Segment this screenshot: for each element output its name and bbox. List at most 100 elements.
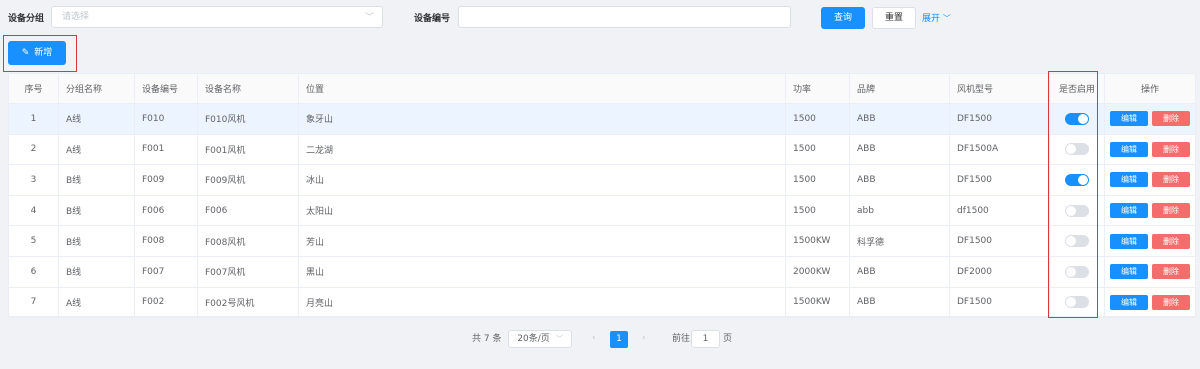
search-button[interactable]: 查询	[821, 7, 865, 29]
edit-button[interactable]: 编辑	[1110, 264, 1148, 280]
delete-button[interactable]: 删除	[1152, 141, 1190, 157]
table-row: 7 A线 F002 F002号风机 月亮山 1500KW ABB DF1500 编辑 删除	[9, 287, 1195, 319]
edit-button[interactable]: 编辑	[1110, 141, 1148, 157]
cell-actions: 编辑 删除	[1105, 288, 1195, 318]
cell-group: A线	[59, 104, 135, 134]
code-filter-label: 设备编号	[414, 14, 451, 24]
header-group: 分组名称	[59, 74, 135, 103]
goto-suffix: 页	[723, 334, 733, 344]
page-number-current[interactable]: 1	[610, 331, 628, 348]
prev-page-icon[interactable]: ‹	[592, 333, 596, 343]
goto-prefix: 前往	[672, 334, 691, 344]
cell-actions: 编辑 删除	[1105, 165, 1195, 195]
cell-brand: ABB	[850, 165, 950, 195]
cell-index: 2	[9, 134, 59, 165]
group-select[interactable]: 请选择 ﹀	[51, 6, 383, 28]
cell-power: 1500	[786, 134, 850, 165]
cell-location: 月亮山	[299, 287, 786, 318]
cell-actions: 编辑 删除	[1105, 226, 1195, 256]
goto-page-input[interactable]: 1	[691, 330, 720, 348]
edit-button[interactable]: 编辑	[1110, 294, 1148, 310]
table-row: 2 A线 F001 F001风机 二龙湖 1500 ABB DF1500A 编辑 删除	[9, 134, 1195, 166]
cell-power: 2000KW	[786, 257, 850, 287]
cell-location: 黑山	[299, 257, 786, 287]
cell-actions: 编辑 删除	[1105, 135, 1195, 165]
edit-button[interactable]: 编辑	[1110, 233, 1148, 249]
cell-name: F010风机	[198, 104, 299, 134]
delete-button[interactable]: 删除	[1152, 233, 1190, 249]
cell-group: B线	[59, 226, 135, 256]
reset-button[interactable]: 重置	[872, 7, 916, 29]
cell-brand: ABB	[850, 287, 950, 318]
cell-group: A线	[59, 287, 135, 318]
cell-group: A线	[59, 134, 135, 165]
delete-button[interactable]: 删除	[1152, 172, 1190, 188]
cell-index: 3	[9, 165, 59, 195]
table-row: 6 B线 F007 F007风机 黑山 2000KW ABB DF2000 编辑 删除	[9, 257, 1195, 288]
chevron-down-icon: ﹀	[942, 14, 951, 23]
chevron-down-icon: ﹀	[364, 13, 374, 23]
cell-actions: 编辑 删除	[1105, 196, 1195, 226]
edit-button[interactable]: 编辑	[1110, 172, 1148, 188]
cell-model: DF1500	[950, 104, 1050, 134]
cell-group: B线	[59, 195, 135, 226]
table-row: 3 B线 F009 F009风机 冰山 1500 ABB DF1500 编辑 删除	[9, 165, 1195, 196]
delete-button[interactable]: 删除	[1152, 111, 1190, 127]
add-button[interactable]: ✎ 新增	[8, 41, 66, 65]
cell-code: F001	[135, 134, 198, 165]
header-actions: 操作	[1140, 85, 1159, 95]
cell-model: df1500	[950, 195, 1050, 226]
group-filter-label: 设备分组	[8, 14, 45, 24]
cell-location: 二龙湖	[299, 134, 786, 165]
cell-group: B线	[59, 165, 135, 195]
expand-toggle[interactable]: 展开 ﹀	[922, 11, 951, 24]
delete-button[interactable]: 删除	[1152, 294, 1190, 310]
header-location: 位置	[299, 74, 786, 103]
header-code: 设备编号	[135, 74, 198, 103]
cell-model: DF1500	[950, 226, 1050, 256]
cell-code: F006	[135, 195, 198, 226]
cell-index: 4	[9, 195, 59, 226]
delete-button[interactable]: 删除	[1152, 264, 1190, 280]
cell-index: 7	[9, 287, 59, 318]
pagination-total: 共 7 条	[472, 334, 502, 344]
cell-index: 1	[9, 104, 59, 134]
cell-power: 1500	[786, 165, 850, 195]
cell-location: 象牙山	[299, 104, 786, 134]
cell-index: 6	[9, 257, 59, 287]
table-header: 序号 分组名称 设备编号 设备名称 位置 功率 品牌 风机型号 是否启用 操作	[9, 74, 1195, 104]
cell-code: F002	[135, 287, 198, 318]
cell-brand: 科孚德	[850, 226, 950, 256]
cell-code: F007	[135, 257, 198, 287]
cell-code: F008	[135, 226, 198, 256]
cell-model: DF1500	[950, 165, 1050, 195]
page-size-value: 20条/页	[517, 334, 550, 344]
filter-bar: 设备分组 请选择 ﹀ 设备编号 查询 重置 展开 ﹀	[0, 0, 1200, 36]
cell-brand: ABB	[850, 104, 950, 134]
cell-name: F006	[198, 195, 299, 226]
cell-power: 1500	[786, 195, 850, 226]
cell-power: 1500KW	[786, 287, 850, 318]
header-brand: 品牌	[850, 74, 950, 103]
cell-model: DF1500	[950, 287, 1050, 318]
add-button-label: 新增	[34, 48, 53, 58]
cell-name: F001风机	[198, 134, 299, 165]
cell-power: 1500KW	[786, 226, 850, 256]
header-name: 设备名称	[198, 74, 299, 103]
cell-brand: ABB	[850, 134, 950, 165]
edit-button[interactable]: 编辑	[1110, 203, 1148, 219]
cell-code: F009	[135, 165, 198, 195]
edit-button[interactable]: 编辑	[1110, 111, 1148, 127]
cell-group: B线	[59, 257, 135, 287]
table-row: 5 B线 F008 F008风机 芳山 1500KW 科孚德 DF1500 编辑 删除	[9, 226, 1195, 257]
cell-actions: 编辑 删除	[1105, 104, 1195, 134]
cell-location: 太阳山	[299, 195, 786, 226]
page-size-select[interactable]: 20条/页 ﹀	[508, 330, 572, 348]
cell-power: 1500	[786, 104, 850, 134]
table-row: 4 B线 F006 F006 太阳山 1500 abb df1500 编辑 删除	[9, 195, 1195, 227]
cell-index: 5	[9, 226, 59, 256]
code-input[interactable]	[458, 6, 791, 28]
delete-button[interactable]: 删除	[1152, 203, 1190, 219]
cell-code: F010	[135, 104, 198, 134]
next-page-icon[interactable]: ›	[642, 333, 646, 343]
